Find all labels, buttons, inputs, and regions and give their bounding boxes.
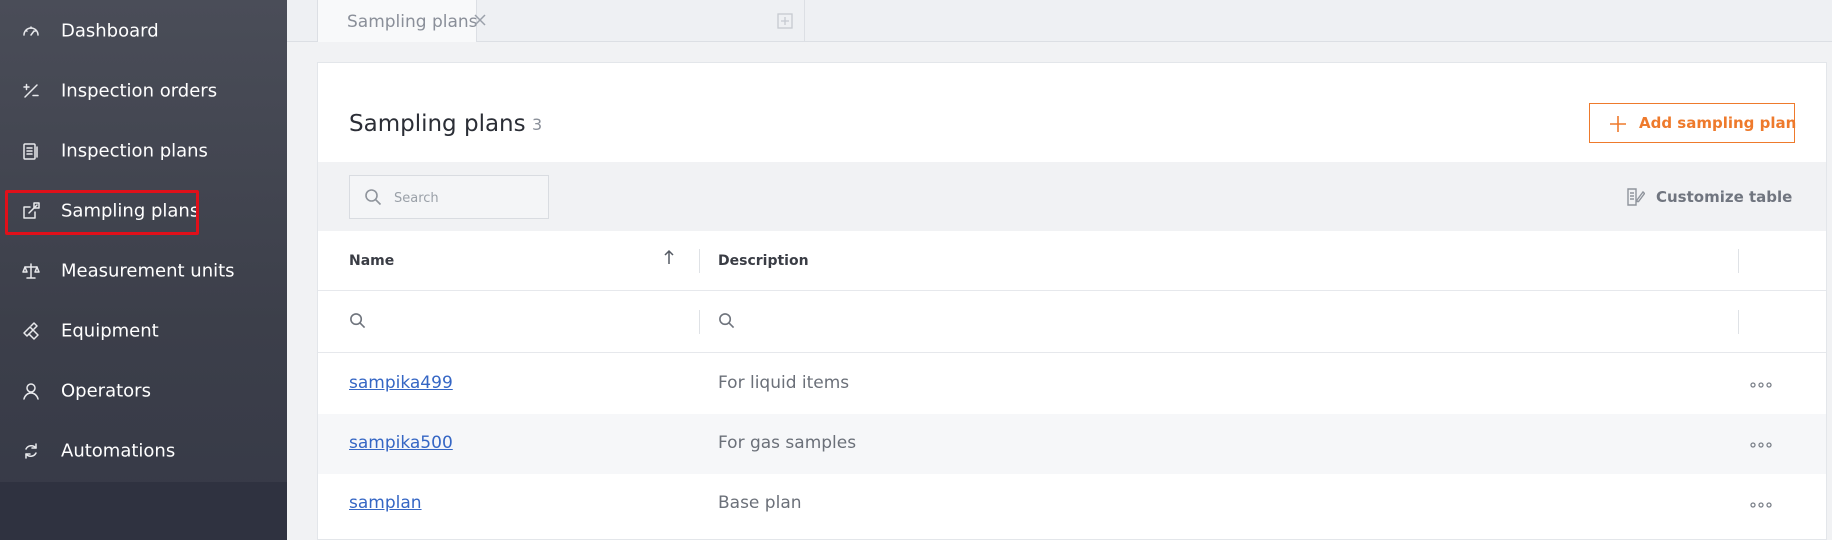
row-name-link[interactable]: samplan — [349, 493, 422, 513]
sidebar-item-inspection-orders[interactable]: Inspection orders — [0, 61, 287, 121]
column-divider[interactable] — [699, 249, 700, 273]
tools-icon — [20, 320, 42, 342]
scale-icon — [20, 260, 42, 282]
more-options-icon[interactable] — [1749, 376, 1775, 392]
name-filter-search-icon[interactable] — [349, 312, 369, 332]
edit-columns-icon — [1625, 187, 1647, 209]
add-button-label: Add sampling plan — [1639, 114, 1797, 132]
more-options-icon[interactable] — [1749, 436, 1775, 452]
row-name-link[interactable]: sampika499 — [349, 373, 453, 393]
column-divider — [699, 310, 700, 334]
search-input[interactable] — [394, 188, 534, 208]
item-count: 3 — [532, 115, 543, 134]
page-title: Sampling plans — [349, 111, 526, 137]
new-tab-button[interactable] — [765, 0, 805, 42]
add-tab-icon — [776, 13, 793, 29]
sidebar-item-measurement-units[interactable]: Measurement units — [0, 241, 287, 301]
sidebar: Dashboard Inspection orders Inspection p… — [0, 0, 287, 540]
sidebar-item-label: Inspection plans — [61, 140, 208, 162]
table-row: sampika500 For gas samples — [318, 414, 1826, 474]
gauge-icon — [20, 20, 42, 42]
share-box-icon — [20, 200, 42, 222]
column-header-description[interactable]: Description — [718, 253, 809, 269]
sidebar-item-label: Automations — [61, 440, 176, 462]
tab-close-area — [317, 0, 765, 42]
sidebar-item-inspection-plans[interactable]: Inspection plans — [0, 121, 287, 181]
sidebar-item-label: Sampling plans — [61, 200, 200, 222]
sidebar-item-label: Operators — [61, 380, 151, 402]
sidebar-item-sampling-plans[interactable]: Sampling plans — [0, 181, 287, 241]
customize-table-label: Customize table — [1656, 188, 1793, 206]
column-divider[interactable] — [1738, 249, 1739, 273]
sidebar-item-automations[interactable]: Automations — [0, 421, 287, 481]
clipboard-icon — [20, 140, 42, 162]
row-name-link[interactable]: sampika500 — [349, 433, 453, 453]
sidebar-item-operators[interactable]: Operators — [0, 361, 287, 421]
description-filter-search-icon[interactable] — [718, 312, 738, 332]
refresh-icon — [20, 440, 42, 462]
plus-icon — [1609, 115, 1627, 133]
user-icon — [20, 380, 42, 402]
percent-icon — [20, 80, 42, 102]
table-toolbar: Customize table — [318, 162, 1826, 231]
filter-row — [318, 292, 1826, 353]
column-header-name[interactable]: Name — [349, 253, 394, 269]
row-description: Base plan — [718, 493, 802, 513]
more-options-icon[interactable] — [1749, 496, 1775, 512]
sidebar-item-label: Inspection orders — [61, 80, 218, 102]
column-divider — [1738, 310, 1739, 334]
sidebar-item-dashboard[interactable]: Dashboard — [0, 1, 287, 61]
search-field[interactable] — [349, 175, 549, 219]
sidebar-footer — [0, 482, 287, 540]
sidebar-item-label: Measurement units — [61, 260, 235, 282]
table-row: sampika499 For liquid items — [318, 354, 1826, 414]
table-row: samplan Base plan — [318, 474, 1826, 534]
sidebar-item-label: Dashboard — [61, 20, 159, 42]
row-description: For gas samples — [718, 433, 857, 453]
add-sampling-plan-button[interactable]: Add sampling plan — [1589, 103, 1797, 143]
sidebar-item-equipment[interactable]: Equipment — [0, 301, 287, 361]
sampling-plans-card: Sampling plans 3 Add sampling plan Custo… — [317, 62, 1827, 540]
close-icon[interactable] — [473, 12, 489, 28]
tab-bar: Sampling plans — [287, 0, 1832, 42]
row-description: For liquid items — [718, 373, 850, 393]
table-header: Name Description — [318, 231, 1826, 291]
sidebar-item-label: Equipment — [61, 320, 159, 342]
search-icon — [364, 188, 384, 208]
sort-ascending-icon[interactable] — [663, 249, 677, 267]
